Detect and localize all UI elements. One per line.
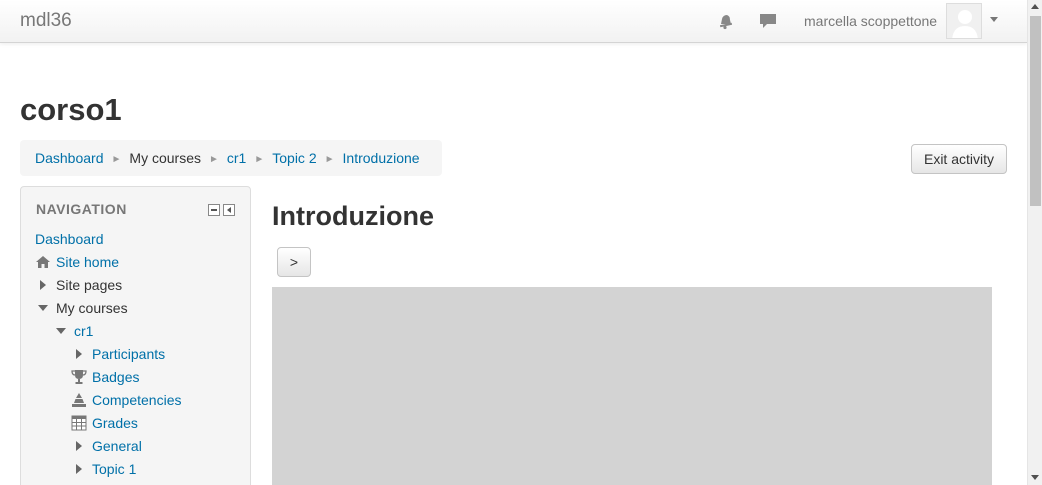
content-frame[interactable] xyxy=(272,287,992,485)
scroll-down-arrow-icon[interactable] xyxy=(1031,475,1039,480)
nav-item-label[interactable]: Topic 1 xyxy=(92,461,136,477)
top-navbar: mdl36 marcella scoppettone xyxy=(0,0,1027,43)
expand-arrow-icon[interactable] xyxy=(76,464,82,474)
nav-item-label[interactable]: Badges xyxy=(92,369,139,385)
breadcrumb: Dashboard ► My courses ► cr1 ► Topic 2 ► Introdu… xyxy=(20,140,442,176)
nav-item-competencies[interactable]: Competencies xyxy=(71,391,182,409)
nav-item-label[interactable]: Grades xyxy=(92,415,138,431)
nav-item-grades[interactable]: Grades xyxy=(71,414,138,432)
nav-item-label: My courses xyxy=(56,300,128,316)
nav-item-my-courses[interactable]: My courses xyxy=(35,299,128,317)
nav-item-site-home[interactable]: Site home xyxy=(35,253,119,271)
breadcrumb-dashboard[interactable]: Dashboard xyxy=(35,150,104,166)
page-title: Introduzione xyxy=(272,201,434,231)
nav-item-participants[interactable]: Participants xyxy=(71,345,165,363)
notification-bell-icon[interactable] xyxy=(717,12,735,30)
breadcrumb-separator: ► xyxy=(324,154,335,165)
scroll-up-arrow-icon[interactable] xyxy=(1031,4,1039,9)
collapse-block-icon[interactable] xyxy=(208,204,220,216)
dock-block-icon[interactable] xyxy=(223,204,235,216)
course-title: corso1 xyxy=(20,92,122,127)
nav-item-cr1[interactable]: cr1 xyxy=(53,322,93,340)
nav-item-label[interactable]: Site home xyxy=(56,254,119,270)
breadcrumb-separator: ► xyxy=(111,154,122,165)
navigation-block: NAVIGATION Dashboard Site home Site page… xyxy=(20,186,251,485)
expand-arrow-icon[interactable] xyxy=(40,280,46,290)
expand-arrow-icon[interactable] xyxy=(76,441,82,451)
breadcrumb-separator: ► xyxy=(208,154,219,165)
home-icon xyxy=(35,254,51,270)
nav-item-label[interactable]: cr1 xyxy=(74,323,93,339)
nav-item-label[interactable]: Competencies xyxy=(92,392,182,408)
grades-table-icon xyxy=(71,415,87,431)
breadcrumb-cr1[interactable]: cr1 xyxy=(227,150,246,166)
breadcrumb-my-courses: My courses xyxy=(129,150,201,166)
collapse-arrow-icon[interactable] xyxy=(38,305,48,311)
nav-item-site-pages[interactable]: Site pages xyxy=(35,276,122,294)
next-page-button[interactable]: > xyxy=(277,247,311,277)
user-name[interactable]: marcella scoppettone xyxy=(804,13,937,29)
navigation-block-title: NAVIGATION xyxy=(36,201,127,217)
scroll-thumb[interactable] xyxy=(1030,16,1041,206)
exit-activity-button[interactable]: Exit activity xyxy=(911,144,1007,174)
trophy-icon xyxy=(71,369,87,385)
breadcrumb-introduzione[interactable]: Introduzione xyxy=(343,150,420,166)
nav-item-general[interactable]: General xyxy=(71,437,142,455)
nav-item-dashboard[interactable]: Dashboard xyxy=(35,230,104,248)
avatar[interactable] xyxy=(946,3,982,39)
collapse-arrow-icon[interactable] xyxy=(56,328,66,334)
messages-icon[interactable] xyxy=(759,12,777,30)
nav-item-label[interactable]: Participants xyxy=(92,346,165,362)
page-scrollbar[interactable] xyxy=(1027,0,1042,485)
user-menu-caret-icon[interactable] xyxy=(990,17,998,22)
site-brand-link[interactable]: mdl36 xyxy=(20,10,72,32)
nav-item-label: Site pages xyxy=(56,277,123,293)
nav-item-topic-1[interactable]: Topic 1 xyxy=(71,460,136,478)
nav-item-badges[interactable]: Badges xyxy=(71,368,139,386)
expand-arrow-icon[interactable] xyxy=(76,349,82,359)
breadcrumb-topic-2[interactable]: Topic 2 xyxy=(272,150,316,166)
nav-item-label[interactable]: General xyxy=(92,438,142,454)
breadcrumb-separator: ► xyxy=(254,154,265,165)
competencies-icon xyxy=(71,392,87,408)
